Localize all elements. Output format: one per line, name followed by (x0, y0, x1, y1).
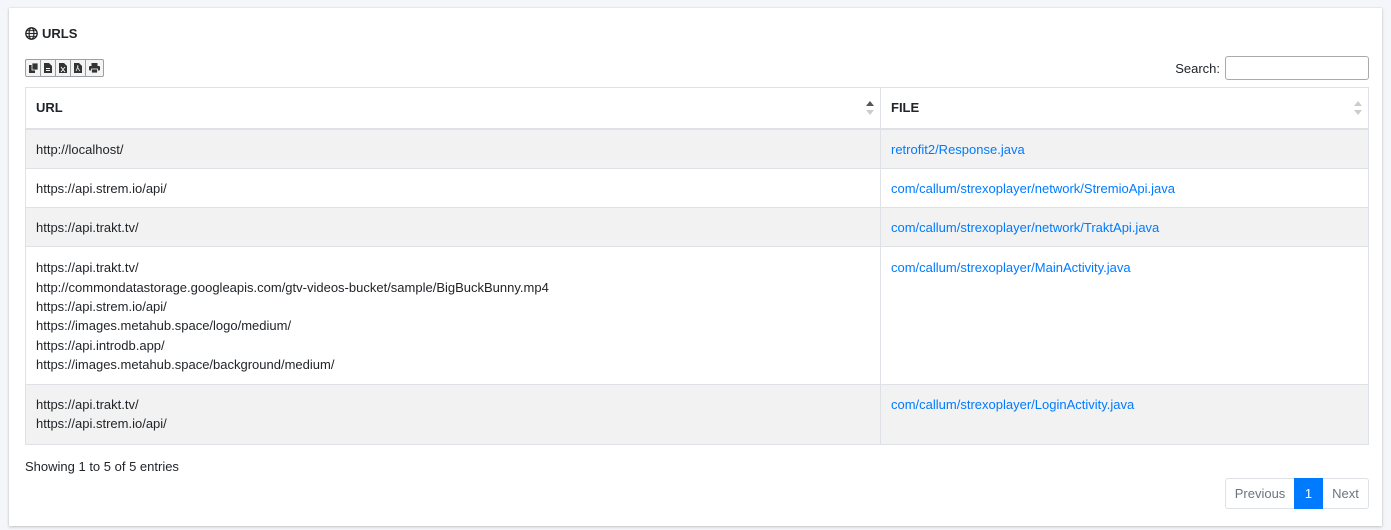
url-cell: https://api.strem.io/api/ (25, 167, 881, 209)
pagination: Previous 1 Next (1225, 478, 1369, 509)
column-header-file[interactable]: FILE (880, 87, 1369, 130)
file-cell: com/callum/strexoplayer/MainActivity.jav… (880, 246, 1369, 386)
globe-icon (25, 27, 38, 40)
url-cell: https://api.trakt.tv/ (25, 207, 881, 248)
urls-card: URLS Search: URL FILE http://localhost/ … (9, 8, 1382, 526)
url-text: https://api.trakt.tv/ (36, 220, 139, 236)
file-pdf-icon (74, 63, 82, 73)
url-text: https://api.strem.io/api/ (36, 416, 167, 432)
urls-table: URL FILE http://localhost/ retrofit2/Res… (25, 87, 1369, 445)
copy-icon (28, 63, 38, 73)
file-link[interactable]: com/callum/strexoplayer/MainActivity.jav… (891, 260, 1131, 275)
sort-asc-icon (866, 101, 874, 115)
print-button[interactable] (85, 59, 104, 77)
file-link[interactable]: com/callum/strexoplayer/LoginActivity.ja… (891, 397, 1134, 412)
file-link[interactable]: com/callum/strexoplayer/network/StremioA… (891, 181, 1175, 196)
print-icon (89, 63, 100, 73)
file-excel-icon (59, 63, 67, 73)
url-text: http://localhost/ (36, 141, 124, 157)
table-row: https://api.trakt.tv/ com/callum/strexop… (25, 207, 1369, 248)
url-text: https://api.trakt.tv/ (36, 260, 139, 276)
url-cell: https://api.trakt.tv/ https://api.strem.… (25, 384, 881, 445)
table-header-row: URL FILE (25, 87, 1369, 130)
sort-both-icon (1354, 101, 1362, 115)
search-filter: Search: (1175, 56, 1369, 80)
url-text: https://images.metahub.space/logo/medium… (36, 318, 292, 334)
previous-page-button[interactable]: Previous (1225, 478, 1295, 509)
file-link[interactable]: retrofit2/Response.java (891, 142, 1025, 157)
table-row: http://localhost/ retrofit2/Response.jav… (25, 128, 1369, 169)
url-text: https://api.introdb.app/ (36, 337, 165, 353)
file-csv-icon (44, 63, 52, 73)
url-text: https://api.strem.io/api/ (36, 180, 167, 196)
file-cell: retrofit2/Response.java (880, 128, 1369, 169)
page-1-button[interactable]: 1 (1294, 478, 1323, 509)
search-label: Search: (1175, 60, 1220, 76)
file-cell: com/callum/strexoplayer/network/TraktApi… (880, 207, 1369, 248)
table-row: https://api.strem.io/api/ com/callum/str… (25, 167, 1369, 209)
excel-button[interactable] (55, 59, 71, 77)
url-text: https://api.strem.io/api/ (36, 298, 167, 314)
column-label-url: URL (36, 100, 63, 116)
column-label-file: FILE (891, 100, 920, 116)
search-input[interactable] (1225, 56, 1369, 80)
url-cell: https://api.trakt.tv/ http://commondatas… (25, 246, 881, 386)
csv-button[interactable] (40, 59, 56, 77)
export-buttons (25, 59, 104, 77)
table-row: https://api.trakt.tv/ https://api.strem.… (25, 384, 1369, 445)
card-title: URLS (25, 26, 77, 41)
table-row: https://api.trakt.tv/ http://commondatas… (25, 246, 1369, 386)
pdf-button[interactable] (70, 59, 86, 77)
file-cell: com/callum/strexoplayer/LoginActivity.ja… (880, 384, 1369, 445)
url-text: https://api.trakt.tv/ (36, 397, 139, 413)
copy-button[interactable] (25, 59, 41, 77)
url-cell: http://localhost/ (25, 128, 881, 169)
table-info: Showing 1 to 5 of 5 entries (25, 459, 179, 474)
next-page-button[interactable]: Next (1322, 478, 1369, 509)
url-text: http://commondatastorage.googleapis.com/… (36, 279, 549, 295)
file-cell: com/callum/strexoplayer/network/StremioA… (880, 167, 1369, 209)
url-text: https://images.metahub.space/background/… (36, 356, 335, 372)
card-title-text: URLS (42, 26, 78, 41)
column-header-url[interactable]: URL (25, 87, 881, 130)
file-link[interactable]: com/callum/strexoplayer/network/TraktApi… (891, 220, 1159, 235)
